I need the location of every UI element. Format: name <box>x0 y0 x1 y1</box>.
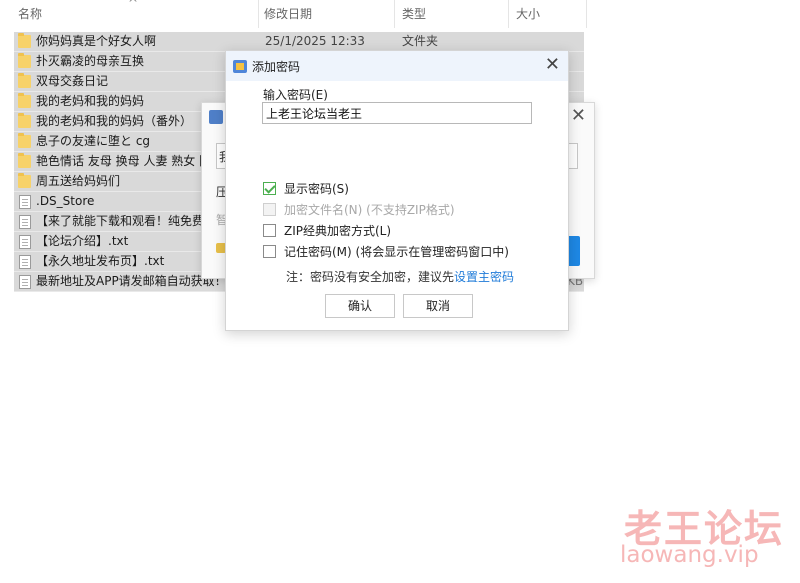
folder-icon <box>18 113 31 128</box>
encrypt-filenames-label: 加密文件名(N) (不支持ZIP格式) <box>284 203 455 217</box>
folder-icon <box>18 173 31 188</box>
file-name: 你妈妈真是个好女人啊 <box>36 34 157 48</box>
file-icon <box>19 275 31 289</box>
file-name: 双母交姦日记 <box>36 74 109 88</box>
cancel-button[interactable]: 取消 <box>403 294 473 318</box>
folder-icon <box>18 33 31 48</box>
security-note: 注：密码没有安全加密，建议先设置主密码 <box>286 268 514 285</box>
checkbox-checked-icon[interactable] <box>263 182 276 195</box>
file-row[interactable]: 你妈妈真是个好女人啊 25/1/2025 12:33 文件夹 <box>14 32 584 52</box>
file-name: 【永久地址发布页】.txt <box>36 254 165 268</box>
folder-icon <box>18 133 31 148</box>
archive-icon <box>209 110 223 124</box>
column-separator[interactable] <box>394 0 395 28</box>
file-name: 息子の友達に堕と cg <box>36 134 151 148</box>
folder-icon <box>18 73 31 88</box>
file-name: 我的老妈和我的妈妈 <box>36 94 145 108</box>
remember-password-checkbox[interactable]: 记住密码(M) (将会显示在管理密码窗口中) <box>263 244 523 260</box>
column-header-date[interactable]: 修改日期 <box>260 0 394 28</box>
file-name: 【论坛介绍】.txt <box>36 234 129 248</box>
column-separator[interactable] <box>586 0 587 28</box>
add-password-dialog: 添加密码 ✕ 输入密码(E) 显示密码(S) 加密文件名(N) (不支持ZIP格… <box>225 50 569 331</box>
show-password-label: 显示密码(S) <box>284 182 349 196</box>
password-input[interactable] <box>262 102 532 124</box>
file-icon <box>19 255 31 269</box>
column-header-type[interactable]: 类型 <box>398 0 508 28</box>
file-icon <box>19 195 31 209</box>
security-note-text: 注：密码没有安全加密，建议先 <box>286 270 455 284</box>
folder-icon <box>18 53 31 68</box>
zip-classic-checkbox[interactable]: ZIP经典加密方式(L) <box>263 223 413 239</box>
watermark-url: laowang.vip <box>620 542 759 568</box>
checkbox-unchecked-icon[interactable] <box>263 224 276 237</box>
file-name: 艳色情话 友母 换母 人妻 熟女 阿 <box>36 154 212 168</box>
file-icon <box>19 215 31 229</box>
file-icon <box>19 235 31 249</box>
checkbox-disabled-icon <box>263 203 276 216</box>
password-label: 输入密码(E) <box>263 88 328 102</box>
column-separator[interactable] <box>258 0 259 28</box>
set-master-password-link[interactable]: 设置主密码 <box>454 270 514 284</box>
remember-password-label: 记住密码(M) (将会显示在管理密码窗口中) <box>284 245 509 259</box>
file-name: 周五送给妈妈们 <box>36 174 121 188</box>
file-name: 扑灭霸凌的母亲互换 <box>36 54 145 68</box>
checkbox-unchecked-icon[interactable] <box>263 245 276 258</box>
encrypt-filenames-checkbox: 加密文件名(N) (不支持ZIP格式) <box>263 202 483 218</box>
close-icon[interactable]: ✕ <box>571 105 586 126</box>
folder-icon <box>18 93 31 108</box>
dialog-title: 添加密码 <box>252 60 301 74</box>
folder-icon <box>18 153 31 168</box>
archive-icon <box>233 60 247 73</box>
show-password-checkbox[interactable]: 显示密码(S) <box>263 181 413 197</box>
close-icon[interactable]: ✕ <box>545 54 560 76</box>
column-header-size[interactable]: 大小 <box>512 0 584 28</box>
dialog-titlebar: 添加密码 ✕ <box>226 51 568 81</box>
file-list-header: 名称 ^ 修改日期 类型 大小 <box>0 0 588 30</box>
file-name: .DS_Store <box>36 194 95 208</box>
file-name: 我的老妈和我的妈妈（番外） <box>36 114 193 128</box>
file-type: 文件夹 <box>402 34 439 48</box>
zip-classic-label: ZIP经典加密方式(L) <box>284 224 392 238</box>
sort-ascending-icon: ^ <box>128 0 139 10</box>
file-name: 【来了就能下载和观看！纯免费！ <box>36 214 217 228</box>
file-date: 25/1/2025 12:33 <box>265 34 365 48</box>
column-separator[interactable] <box>508 0 509 28</box>
confirm-button[interactable]: 确认 <box>325 294 395 318</box>
